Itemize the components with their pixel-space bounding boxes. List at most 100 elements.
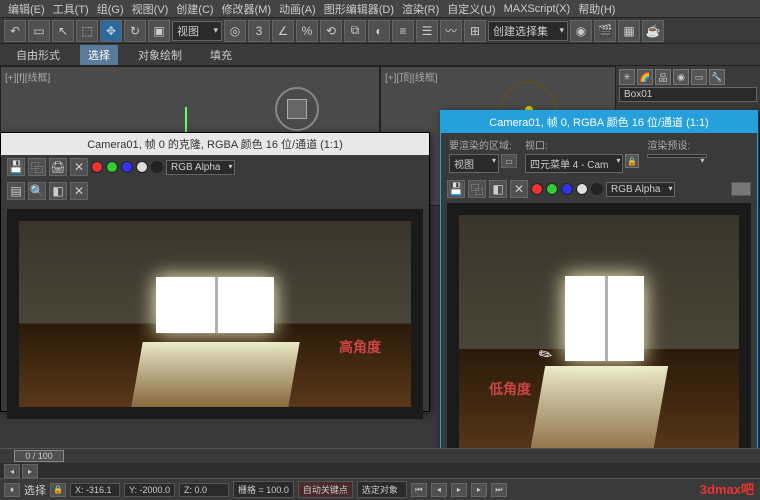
zoom-button[interactable]: 🔍 (28, 182, 46, 200)
pivot-button[interactable]: ◎ (224, 20, 246, 42)
selection-filter-field[interactable]: 选定对象 (357, 481, 407, 498)
toggle-ui-button[interactable]: ▤ (7, 182, 25, 200)
render-frame-button[interactable]: ▦ (618, 20, 640, 42)
utilities-tab-icon[interactable]: 🔧 (709, 69, 725, 85)
menu-tools[interactable]: 工具(T) (49, 1, 93, 17)
menu-modifiers[interactable]: 修改器(M) (218, 1, 276, 17)
schematic-button[interactable]: ⊞ (464, 20, 486, 42)
selection-set-dropdown[interactable]: 创建选择集 (488, 21, 568, 41)
channel-red-toggle-2[interactable] (531, 183, 543, 195)
display-tab-icon[interactable]: ▭ (691, 69, 707, 85)
hierarchy-tab-icon[interactable]: 品 (655, 69, 671, 85)
render-canvas-2[interactable]: ✎ 低角度 (447, 203, 751, 471)
channel-mono-toggle[interactable] (151, 161, 163, 173)
region-button[interactable]: ▭ (501, 154, 517, 168)
create-tab-icon[interactable]: ✳ (619, 69, 635, 85)
channel-dropdown[interactable]: RGB Alpha (166, 160, 235, 175)
ref-coord-dropdown[interactable]: 视图 (172, 21, 222, 41)
channel-mono-toggle-2[interactable] (591, 183, 603, 195)
channel-blue-toggle[interactable] (121, 161, 133, 173)
pointer-button[interactable]: ↖ (52, 20, 74, 42)
clear-button-2[interactable]: ✕ (510, 180, 528, 198)
play-prev-button[interactable]: ◂ (431, 483, 447, 497)
snap-button[interactable]: ⧉ (344, 20, 366, 42)
undo-button[interactable]: ↶ (4, 20, 26, 42)
layer-button[interactable]: ☰ (416, 20, 438, 42)
channel-green-toggle-2[interactable] (546, 183, 558, 195)
timeline-prev-icon[interactable]: ◂ (4, 464, 20, 478)
percent-snap-toggle[interactable]: % (296, 20, 318, 42)
play-next-button[interactable]: ▸ (471, 483, 487, 497)
time-slider-thumb[interactable]: 0 / 100 (14, 450, 64, 462)
area-dropdown[interactable]: 视图 (449, 154, 499, 173)
rotate-button[interactable]: ↻ (124, 20, 146, 42)
channel-blue-toggle-2[interactable] (561, 183, 573, 195)
autokey-button[interactable]: 自动关键点 (298, 481, 353, 498)
timeline-controls: ◂ ▸ (0, 463, 760, 479)
motion-tab-icon[interactable]: ◉ (673, 69, 689, 85)
coord-x-field[interactable]: X: -316.1 (70, 483, 120, 497)
render-setup-button[interactable]: 🎬 (594, 20, 616, 42)
select-region-button[interactable]: ⬚ (76, 20, 98, 42)
menu-maxscript[interactable]: MAXScript(X) (500, 3, 575, 15)
print-button[interactable]: 🖨 (49, 158, 67, 176)
viewcube-icon[interactable] (275, 87, 319, 131)
viewport-dropdown[interactable]: 四元菜单 4 - Cam (525, 154, 623, 173)
render-canvas-1[interactable]: 高角度 (7, 209, 423, 419)
mirror-button[interactable]: ◐ (368, 20, 390, 42)
menu-rendering[interactable]: 渲染(R) (398, 1, 443, 17)
ribbon-select[interactable]: 选择 (80, 45, 118, 65)
delete-button[interactable]: ✕ (70, 182, 88, 200)
menu-animation[interactable]: 动画(A) (275, 1, 320, 17)
compare-button-2[interactable]: ◧ (489, 180, 507, 198)
menu-graph[interactable]: 图形编辑器(D) (320, 1, 398, 17)
preset-label: 渲染预设: (647, 137, 707, 152)
menu-create[interactable]: 创建(C) (172, 1, 217, 17)
ribbon-object-paint[interactable]: 对象绘制 (130, 45, 190, 65)
render-button[interactable]: ☕ (642, 20, 664, 42)
object-name-field[interactable]: Box01 (619, 87, 757, 102)
time-slider[interactable]: 0 / 100 (0, 449, 760, 463)
floor-light-icon (131, 342, 299, 407)
timeline-next-icon[interactable]: ▸ (22, 464, 38, 478)
channel-alpha-toggle[interactable] (136, 161, 148, 173)
color-swatch[interactable] (731, 182, 751, 196)
curve-editor-button[interactable]: 〰 (440, 20, 462, 42)
channel-alpha-toggle-2[interactable] (576, 183, 588, 195)
clone-button[interactable]: ⿻ (28, 158, 46, 176)
menu-views[interactable]: 视图(V) (128, 1, 173, 17)
ribbon-fill[interactable]: 填充 (202, 45, 240, 65)
lock-selection-icon[interactable]: 🔒 (50, 483, 66, 497)
move-button[interactable]: ✥ (100, 20, 122, 42)
clone-button-2[interactable]: ⿻ (468, 180, 486, 198)
menu-help[interactable]: 帮助(H) (574, 1, 619, 17)
select-button[interactable]: ▭ (28, 20, 50, 42)
save-image-button-2[interactable]: 💾 (447, 180, 465, 198)
preset-dropdown[interactable] (647, 154, 707, 158)
floor-light-icon-2 (529, 366, 669, 459)
compare-button[interactable]: ◧ (49, 182, 67, 200)
scale-button[interactable]: ▣ (148, 20, 170, 42)
coord-z-field[interactable]: Z: 0.0 (179, 483, 229, 497)
angle-snap-toggle[interactable]: ∠ (272, 20, 294, 42)
ribbon-freeform[interactable]: 自由形式 (8, 45, 68, 65)
clear-button[interactable]: ✕ (70, 158, 88, 176)
play-end-button[interactable]: ⏭ (491, 483, 507, 497)
spinner-snap-toggle[interactable]: ⟲ (320, 20, 342, 42)
play-start-button[interactable]: ⏮ (411, 483, 427, 497)
menu-group[interactable]: 组(G) (93, 1, 128, 17)
align-button[interactable]: ≡ (392, 20, 414, 42)
material-editor-button[interactable]: ◉ (570, 20, 592, 42)
maxscript-listener-button[interactable]: ♦ (4, 483, 20, 497)
snap-toggle[interactable]: 3 (248, 20, 270, 42)
modify-tab-icon[interactable]: 🌈 (637, 69, 653, 85)
lock-icon[interactable]: 🔒 (625, 154, 639, 168)
save-image-button[interactable]: 💾 (7, 158, 25, 176)
coord-y-field[interactable]: Y: -2000.0 (124, 483, 175, 497)
menu-edit[interactable]: 编辑(E) (4, 1, 49, 17)
channel-green-toggle[interactable] (106, 161, 118, 173)
menu-customize[interactable]: 自定义(U) (443, 1, 499, 17)
play-button[interactable]: ▸ (451, 483, 467, 497)
channel-red-toggle[interactable] (91, 161, 103, 173)
channel-dropdown-2[interactable]: RGB Alpha (606, 182, 675, 197)
